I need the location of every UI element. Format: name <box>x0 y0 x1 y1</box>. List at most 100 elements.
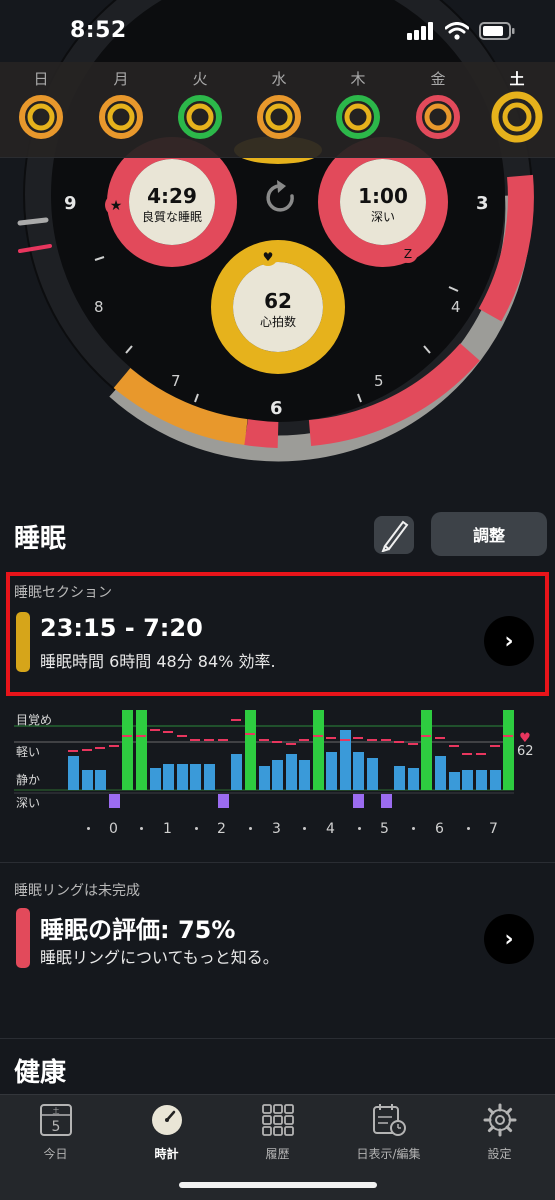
app-screen: ★ Z ♥ 9 8 7 6 5 4 3 4:29 良質な睡眠 1:00 深い 6… <box>0 0 555 1200</box>
status-time: 8:52 <box>70 18 127 43</box>
ring-card-label: 睡眠リングは未完成 <box>14 883 140 899</box>
day-label: 金 <box>430 70 446 88</box>
axis-tick-1: 1 <box>163 821 172 837</box>
svg-text:5: 5 <box>51 1119 60 1135</box>
tab-clock[interactable]: 時計 <box>111 1103 222 1162</box>
divider <box>0 1038 555 1039</box>
heart-rate-value: 62 <box>517 744 534 759</box>
axis-dot <box>358 827 361 830</box>
day-mon[interactable]: 月 <box>91 68 151 140</box>
calendar-edit-icon <box>372 1104 406 1136</box>
hypnogram-bars: ♥ <box>14 710 531 808</box>
svg-text:♥: ♥ <box>263 250 274 264</box>
tab-label: 今日 <box>43 1147 68 1161</box>
axis-dot <box>303 827 306 830</box>
day-label: 火 <box>192 70 208 88</box>
axis-tick-3: 3 <box>272 821 281 837</box>
svg-text:Z: Z <box>404 247 412 261</box>
day-ring-icon <box>336 95 380 139</box>
tab-today[interactable]: 土 5 今日 <box>0 1103 111 1162</box>
svg-text:土: 土 <box>52 1106 59 1115</box>
status-bar: 8:52 <box>0 0 555 62</box>
tab-label: 時計 <box>154 1147 179 1161</box>
tab-label: 日表示/編集 <box>356 1147 421 1161</box>
ring-card-subtitle: 睡眠リングについてもっと知る。 <box>40 948 279 967</box>
day-ring-icon <box>416 95 460 139</box>
heart-ring[interactable]: 62 心拍数 <box>233 289 323 330</box>
hour-label-4: 4 <box>451 298 461 316</box>
tab-label: 設定 <box>487 1147 512 1161</box>
quality-ring[interactable]: 4:29 良質な睡眠 <box>129 184 215 225</box>
day-label: 木 <box>350 70 366 88</box>
sleep-section-title: 睡眠 <box>14 524 67 554</box>
tab-history[interactable]: 履歴 <box>222 1103 333 1162</box>
calendar-day-icon: 土 5 <box>39 1104 72 1136</box>
ring-detail-button[interactable]: › <box>484 914 534 964</box>
axis-tick-5: 5 <box>380 821 389 837</box>
hour-label-6: 6 <box>270 398 283 419</box>
axis-tick-7: 7 <box>489 821 498 837</box>
day-fri[interactable]: 金 <box>408 68 468 140</box>
hour-label-5: 5 <box>374 372 384 390</box>
day-tue[interactable]: 火 <box>170 68 230 140</box>
axis-tick-0: 0 <box>109 821 118 837</box>
day-ring-icon <box>257 95 301 139</box>
hour-label-7: 7 <box>171 372 181 390</box>
svg-text:★: ★ <box>110 198 123 214</box>
day-sat[interactable]: 土 <box>487 68 547 144</box>
clock-icon <box>151 1105 182 1135</box>
selection-highlight <box>6 572 549 696</box>
day-ring-icon <box>99 95 143 139</box>
axis-dot <box>195 827 198 830</box>
ring-card-title: 睡眠の評価: 75% <box>40 916 236 944</box>
day-ring-selected-icon <box>491 91 543 143</box>
pencil-icon <box>381 520 409 552</box>
edit-button[interactable] <box>374 516 414 554</box>
day-ring-icon <box>19 95 63 139</box>
quality-value: 4:29 <box>147 184 197 208</box>
axis-dot <box>249 827 252 830</box>
day-label: 日 <box>33 70 49 88</box>
axis-dot <box>467 827 470 830</box>
hour-label-9: 9 <box>64 193 77 214</box>
health-section-title: 健康 <box>14 1058 67 1088</box>
signal-icon <box>407 22 433 40</box>
day-label: 土 <box>509 70 525 88</box>
axis-dot <box>87 827 90 830</box>
status-icons <box>407 22 515 40</box>
sleep-ring-card[interactable]: 睡眠リングは未完成 睡眠の評価: 75% 睡眠リングについてもっと知る。 › <box>0 868 555 978</box>
deep-label: 深い <box>370 210 395 224</box>
deep-value: 1:00 <box>358 184 408 208</box>
wifi-icon <box>445 22 469 40</box>
divider <box>0 862 555 863</box>
day-label: 水 <box>271 70 287 88</box>
week-header: 日 月 火 水 木 金 土 <box>0 62 555 158</box>
gear-icon <box>483 1103 516 1137</box>
refresh-icon[interactable] <box>262 176 294 216</box>
day-ring-icon <box>178 95 222 139</box>
home-indicator[interactable] <box>179 1182 377 1188</box>
tab-settings[interactable]: 設定 <box>444 1103 555 1162</box>
axis-tick-2: 2 <box>217 821 226 837</box>
heart-value: 62 <box>264 289 292 313</box>
deep-ring[interactable]: 1:00 深い <box>340 184 426 225</box>
axis-dot <box>140 827 143 830</box>
chevron-right-icon: › <box>504 926 514 952</box>
battery-icon <box>479 22 515 40</box>
day-label: 月 <box>113 70 129 88</box>
sleep-hypnogram: 目覚め 軽い 静か 深い ♥ 62 0 1 2 3 4 5 6 7 <box>0 700 555 850</box>
hour-label-8: 8 <box>94 298 104 316</box>
quality-label: 良質な睡眠 <box>141 210 202 224</box>
axis-tick-6: 6 <box>435 821 444 837</box>
tab-day-view-edit[interactable]: 日表示/編集 <box>333 1103 444 1162</box>
ring-color-bar <box>16 908 30 968</box>
grid-icon <box>261 1104 294 1136</box>
heart-label: 心拍数 <box>259 315 296 329</box>
day-thu[interactable]: 木 <box>328 68 388 140</box>
day-wed[interactable]: 水 <box>249 68 309 140</box>
day-sun[interactable]: 日 <box>11 68 71 140</box>
hour-label-3: 3 <box>476 193 489 214</box>
adjust-button[interactable]: 調整 <box>431 512 547 556</box>
axis-dot <box>412 827 415 830</box>
axis-tick-4: 4 <box>326 821 335 837</box>
